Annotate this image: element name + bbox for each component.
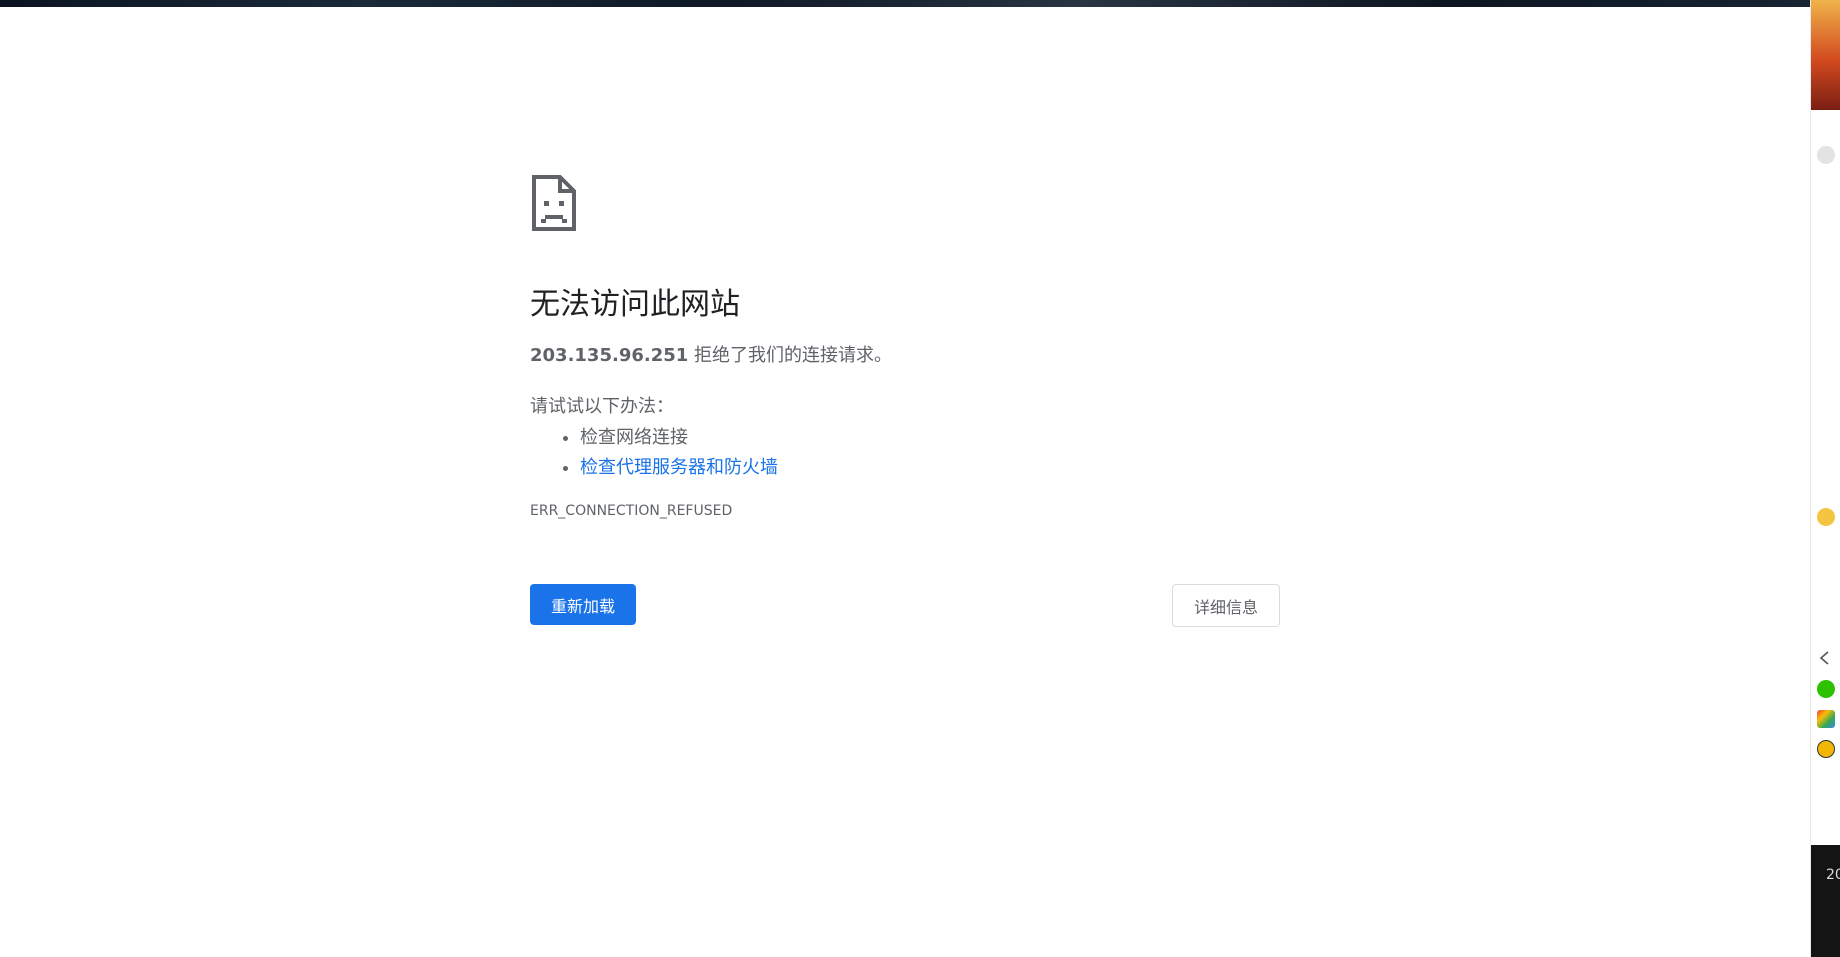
notification-icon — [1817, 508, 1835, 526]
background-window-strip — [0, 0, 1810, 7]
details-button[interactable]: 详细信息 — [1172, 584, 1280, 628]
button-row: 重新加载 详细信息 — [530, 584, 1280, 628]
reload-button[interactable]: 重新加载 — [530, 584, 636, 626]
app-icon — [1817, 146, 1835, 164]
suggestion-label: 检查网络连接 — [580, 427, 688, 449]
background-image-fragment — [1811, 0, 1840, 110]
suggestions-list: 检查网络连接 检查代理服务器和防火墙 — [530, 423, 1280, 483]
error-message-text: 拒绝了我们的连接请求。 — [688, 345, 893, 366]
suggestion-check-network: 检查网络连接 — [580, 423, 1280, 453]
error-message: 203.135.96.251 拒绝了我们的连接请求。 — [530, 343, 1280, 368]
proxy-firewall-link[interactable]: 检查代理服务器和防火墙 — [580, 457, 778, 478]
clock-fragment: 20 — [1826, 867, 1840, 883]
wechat-icon[interactable] — [1817, 680, 1835, 698]
app-grid-icon[interactable] — [1817, 710, 1835, 728]
error-page: 无法访问此网站 203.135.96.251 拒绝了我们的连接请求。 请试试以下… — [530, 175, 1280, 628]
app-logo-icon[interactable] — [1817, 740, 1835, 758]
host-address: 203.135.96.251 — [530, 345, 689, 366]
taskbar-fragment: 20 — [1811, 845, 1840, 957]
error-code: ERR_CONNECTION_REFUSED — [530, 503, 733, 520]
chevron-left-icon[interactable] — [1818, 651, 1832, 665]
suggestions-heading: 请试试以下办法： — [530, 396, 674, 418]
suggestion-check-proxy-firewall: 检查代理服务器和防火墙 — [580, 453, 1280, 483]
page-title: 无法访问此网站 — [530, 287, 740, 322]
background-window-edge: 20 — [1810, 0, 1840, 957]
sad-page-icon — [532, 175, 576, 231]
